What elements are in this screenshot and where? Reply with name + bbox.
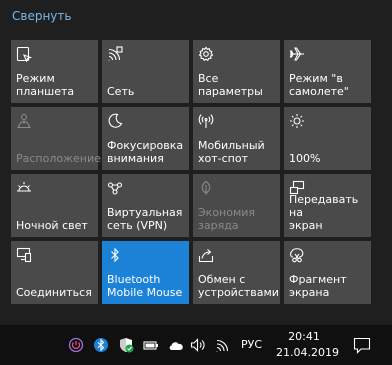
quick-actions-grid: Режим планшета Сеть Все параметры Режим … xyxy=(11,40,381,304)
tile-label: Фрагмент экрана xyxy=(289,273,347,299)
defender-shield-icon[interactable] xyxy=(118,337,134,353)
tile-network[interactable]: Сеть xyxy=(102,40,189,103)
tile-label: Bluetooth Mobile Mouse xyxy=(107,273,183,299)
tile-label: 100% xyxy=(289,152,321,165)
taskbar: РУС 20:41 21.04.2019 xyxy=(0,324,392,365)
clock[interactable]: 20:41 21.04.2019 xyxy=(276,329,339,361)
tablet-mode-icon xyxy=(16,46,32,62)
night-light-icon xyxy=(16,180,32,196)
tile-label: Передавать на экран xyxy=(289,193,359,232)
tile-label: Все параметры xyxy=(198,72,263,98)
tile-screen-snip[interactable]: Фрагмент экрана xyxy=(284,241,371,304)
clock-date: 21.04.2019 xyxy=(276,346,339,359)
tile-label: Режим "в самолете" xyxy=(289,72,349,98)
tile-focus-assist[interactable]: Фокусировка внимания xyxy=(102,107,189,170)
tile-mobile-hotspot[interactable]: Мобильный хот-спот xyxy=(193,107,280,170)
battery-saver-leaf-icon xyxy=(198,180,214,196)
screen-snip-icon xyxy=(289,247,305,263)
tile-label: Обмен с устройствами xyxy=(198,273,279,299)
tile-connect[interactable]: Соединиться xyxy=(11,241,98,304)
tile-brightness[interactable]: 100% xyxy=(284,107,371,170)
connect-devices-icon xyxy=(16,247,32,263)
tile-label: Экономия заряда xyxy=(198,206,256,232)
battery-icon[interactable] xyxy=(143,337,159,353)
tile-label: Режим планшета xyxy=(16,72,75,98)
tile-all-settings[interactable]: Все параметры xyxy=(193,40,280,103)
tile-bluetooth[interactable]: Bluetooth Mobile Mouse xyxy=(102,241,189,304)
tile-label: Мобильный хот-спот xyxy=(198,139,265,165)
clock-time: 20:41 xyxy=(288,330,320,343)
tile-label: Соединиться xyxy=(16,286,92,299)
location-icon xyxy=(16,113,32,129)
moon-icon xyxy=(107,113,123,129)
tile-label: Расположение xyxy=(16,152,101,165)
tile-label: Ночной свет xyxy=(16,219,88,232)
tile-nearby-sharing[interactable]: Обмен с устройствами xyxy=(193,241,280,304)
airplane-icon xyxy=(289,46,305,62)
notifications-button[interactable] xyxy=(343,325,383,365)
notifications-icon xyxy=(353,337,371,354)
onedrive-cloud-icon[interactable] xyxy=(168,337,184,353)
tile-tablet-mode[interactable]: Режим планшета xyxy=(11,40,98,103)
volume-icon[interactable] xyxy=(190,337,206,353)
vpn-icon xyxy=(107,180,123,196)
tile-night-light[interactable]: Ночной свет xyxy=(11,174,98,237)
network-icon xyxy=(107,46,123,62)
settings-gear-icon xyxy=(198,46,214,62)
tile-label: Сеть xyxy=(107,85,135,98)
tile-label: Виртуальная сеть (VPN) xyxy=(107,206,183,232)
tile-project[interactable]: Передавать на экран xyxy=(284,174,371,237)
tile-location[interactable]: Расположение xyxy=(11,107,101,170)
bluetooth-icon[interactable] xyxy=(93,337,109,353)
brightness-icon xyxy=(289,113,305,129)
wifi-icon[interactable] xyxy=(215,337,231,353)
tile-battery-saver[interactable]: Экономия заряда xyxy=(193,174,280,237)
tile-vpn[interactable]: Виртуальная сеть (VPN) xyxy=(102,174,189,237)
tile-airplane-mode[interactable]: Режим "в самолете" xyxy=(284,40,371,103)
tile-label: Фокусировка внимания xyxy=(107,139,184,165)
action-center-panel: Свернуть Режим планшета Сеть Все парамет… xyxy=(0,0,392,324)
hotspot-icon xyxy=(198,113,214,129)
collapse-link[interactable]: Свернуть xyxy=(12,9,71,23)
power-app-icon[interactable] xyxy=(68,337,84,353)
nearby-share-icon xyxy=(198,247,214,263)
bluetooth-icon xyxy=(107,247,123,263)
input-language-indicator[interactable]: РУС xyxy=(241,337,262,353)
